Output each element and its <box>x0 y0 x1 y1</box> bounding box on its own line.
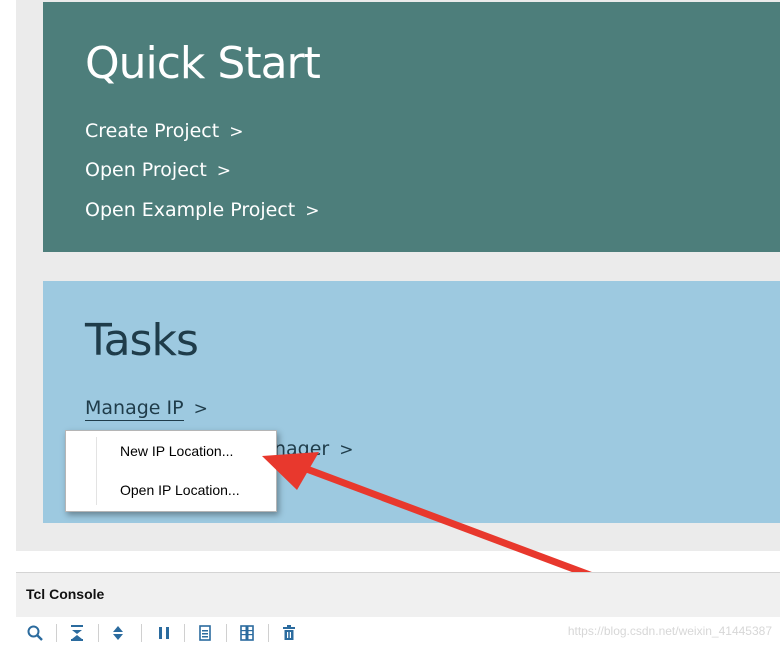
toolbar-separator <box>141 624 142 642</box>
quick-start-title: Quick Start <box>85 38 321 89</box>
delete-icon[interactable] <box>278 622 300 644</box>
new-ip-location-menu-item[interactable]: New IP Location... <box>120 443 233 459</box>
open-ip-location-menu-item[interactable]: Open IP Location... <box>120 482 240 498</box>
quick-start-panel: Quick Start Create Project > Open Project… <box>43 2 780 252</box>
chevron-right-icon: > <box>229 122 244 142</box>
search-icon[interactable] <box>24 622 46 644</box>
collapse-all-icon[interactable] <box>66 622 88 644</box>
tcl-console-toolbar: https://blog.csdn.net/weixin_41445387 <box>16 617 780 649</box>
create-project-link[interactable]: Create Project > <box>85 120 243 142</box>
watermark-text: https://blog.csdn.net/weixin_41445387 <box>567 624 772 638</box>
toolbar-separator <box>98 624 99 642</box>
open-project-link[interactable]: Open Project > <box>85 159 231 181</box>
create-project-label: Create Project <box>85 120 220 142</box>
partially-hidden-link-label: nager <box>274 438 330 460</box>
toolbar-separator <box>184 624 185 642</box>
pause-icon[interactable] <box>153 622 175 644</box>
menu-gutter-divider <box>96 437 97 505</box>
tcl-console-title: Tcl Console <box>26 586 105 602</box>
toolbar-separator <box>56 624 57 642</box>
manage-ip-context-menu: New IP Location... Open IP Location... <box>65 430 277 512</box>
partially-hidden-link[interactable]: nager > <box>274 438 354 460</box>
column-view-icon[interactable] <box>236 622 258 644</box>
chevron-right-icon: > <box>216 161 232 181</box>
open-example-project-link[interactable]: Open Example Project > <box>85 199 320 221</box>
open-project-label: Open Project <box>85 159 207 181</box>
left-margin <box>0 0 16 551</box>
clear-page-icon[interactable] <box>194 622 216 644</box>
tcl-console-header: Tcl Console <box>16 572 780 618</box>
manage-ip-label: Manage IP <box>85 397 184 421</box>
chevron-right-icon: > <box>193 399 208 419</box>
toolbar-separator <box>268 624 269 642</box>
tasks-title: Tasks <box>85 315 199 366</box>
expand-all-icon[interactable] <box>107 622 129 644</box>
chevron-right-icon: > <box>305 201 320 221</box>
toolbar-separator <box>226 624 227 642</box>
chevron-right-icon: > <box>339 440 354 460</box>
manage-ip-link[interactable]: Manage IP > <box>85 397 208 421</box>
open-example-project-label: Open Example Project <box>85 199 296 221</box>
